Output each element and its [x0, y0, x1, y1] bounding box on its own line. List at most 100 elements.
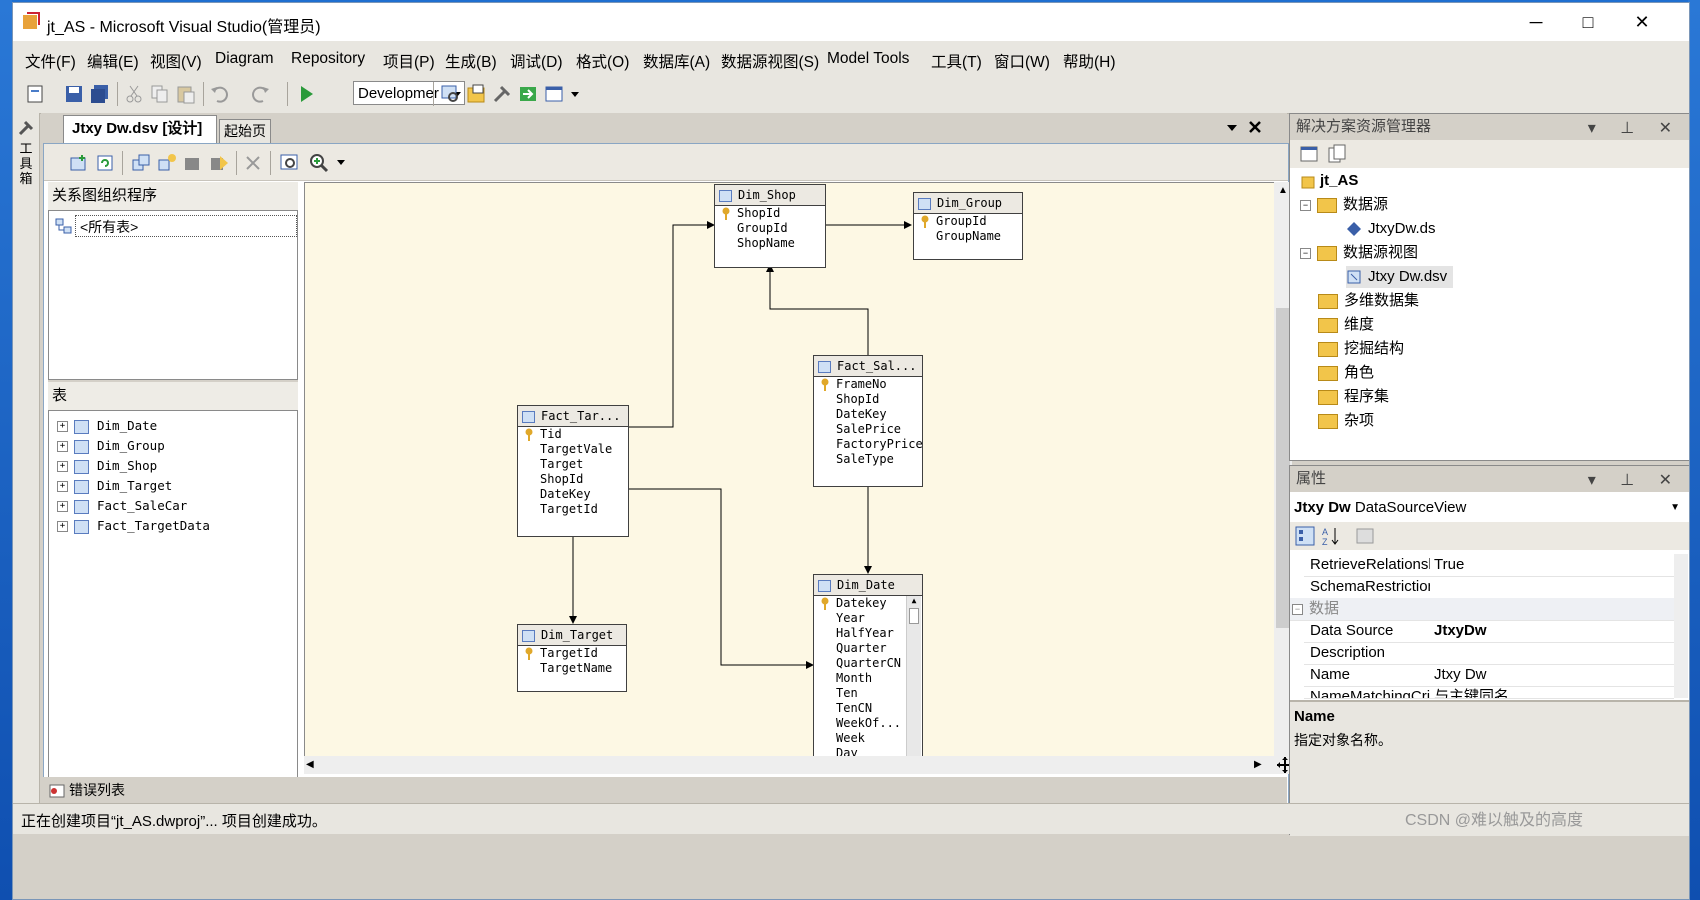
- expand-icon[interactable]: +: [57, 501, 68, 512]
- new-named-query-icon[interactable]: [130, 152, 152, 174]
- collapse-icon[interactable]: −: [1300, 247, 1311, 259]
- add-remove-tables-icon[interactable]: [68, 152, 90, 174]
- alphabetical-icon[interactable]: AZ: [1320, 525, 1342, 547]
- properties-icon[interactable]: [1298, 143, 1320, 165]
- entity-column[interactable]: ShopId: [715, 206, 825, 221]
- tab-list-chevron-icon[interactable]: [1225, 123, 1239, 133]
- prop-category[interactable]: − 数据: [1290, 598, 1674, 621]
- expand-icon[interactable]: +: [57, 461, 68, 472]
- entity-column[interactable]: TargetId: [518, 646, 626, 661]
- sol-item-dsv[interactable]: Jtxy Dw.dsv: [1346, 266, 1454, 288]
- entity-fact-targetdata[interactable]: Fact_Tar... Tid TargetVale Target ShopId…: [517, 405, 629, 537]
- entity-column[interactable]: DateKey: [814, 407, 922, 422]
- menu-view[interactable]: 视图(V): [150, 50, 202, 72]
- entity-column[interactable]: Year: [814, 611, 922, 626]
- toolbox-label[interactable]: 工具箱: [17, 141, 35, 186]
- object-selector[interactable]: Jtxy Dw DataSourceView ▼: [1294, 496, 1684, 520]
- menu-window[interactable]: 窗口(W): [994, 50, 1050, 72]
- sol-folder-mining[interactable]: 挖掘结构: [1318, 338, 1404, 360]
- menu-model-tools[interactable]: Model Tools: [827, 50, 909, 68]
- minimize-button[interactable]: ─: [1513, 7, 1559, 37]
- properties-window-icon[interactable]: [491, 83, 513, 105]
- expand-icon[interactable]: +: [57, 441, 68, 452]
- expand-icon[interactable]: +: [57, 481, 68, 492]
- entity-column[interactable]: ShopId: [518, 472, 628, 487]
- table-item-dim-date[interactable]: + Dim_Date: [57, 417, 157, 435]
- solution-root[interactable]: jt_AS: [1300, 170, 1358, 192]
- entity-dim-shop[interactable]: Dim_Shop ShopId GroupId ShopName: [714, 184, 826, 268]
- chevron-down-icon[interactable]: [569, 88, 581, 100]
- panel-controls[interactable]: ▾ ⊥ ✕: [1582, 468, 1682, 494]
- entity-column[interactable]: SaleType: [814, 452, 922, 467]
- entity-column[interactable]: HalfYear: [814, 626, 922, 641]
- table-item-dim-shop[interactable]: + Dim_Shop: [57, 457, 157, 475]
- tab-dsv-design[interactable]: Jtxy Dw.dsv [设计]: [63, 115, 217, 144]
- find-table-icon[interactable]: [278, 152, 300, 174]
- show-all-files-icon[interactable]: [1326, 143, 1348, 165]
- collapse-icon[interactable]: −: [1292, 603, 1303, 615]
- menu-build[interactable]: 生成(B): [445, 50, 497, 72]
- table-item-dim-group[interactable]: + Dim_Group: [57, 437, 165, 455]
- entity-dim-group[interactable]: Dim_Group GroupId GroupName: [913, 192, 1023, 260]
- table-item-fact-targetdata[interactable]: + Fact_TargetData: [57, 517, 210, 535]
- sol-folder-misc[interactable]: 杂项: [1318, 410, 1374, 432]
- error-list-tab[interactable]: 错误列表: [49, 779, 125, 801]
- prop-row[interactable]: NameMatchingCri 与主键同名: [1304, 686, 1674, 699]
- menu-database[interactable]: 数据库(A): [643, 50, 710, 72]
- save-all-icon[interactable]: [89, 83, 111, 105]
- menu-tools[interactable]: 工具(T): [931, 50, 982, 72]
- entity-column[interactable]: ShopName: [715, 236, 825, 251]
- sol-folder-roles[interactable]: 角色: [1318, 362, 1374, 384]
- entity-column[interactable]: GroupName: [914, 229, 1022, 244]
- categorized-icon[interactable]: [1294, 525, 1316, 547]
- menu-help[interactable]: 帮助(H): [1063, 50, 1116, 72]
- menu-debug[interactable]: 调试(D): [510, 50, 563, 72]
- close-button[interactable]: ✕: [1619, 7, 1665, 37]
- refresh-icon[interactable]: [94, 152, 116, 174]
- zoom-icon[interactable]: [308, 152, 330, 174]
- new-project-icon[interactable]: [25, 83, 47, 105]
- sol-folder-assemblies[interactable]: 程序集: [1318, 386, 1389, 408]
- tab-start-page[interactable]: 起始页: [219, 119, 271, 144]
- toolbox-strip[interactable]: 工具箱: [13, 113, 40, 833]
- entity-column[interactable]: Quarter: [814, 641, 922, 656]
- entity-column[interactable]: Datekey: [814, 596, 922, 611]
- menu-project[interactable]: 项目(P): [383, 50, 435, 72]
- prop-row[interactable]: RetrieveRelationsh True: [1304, 554, 1674, 577]
- chevron-down-icon[interactable]: [336, 157, 346, 167]
- panel-controls[interactable]: ▾ ⊥ ✕: [1582, 116, 1682, 142]
- table-item-dim-target[interactable]: + Dim_Target: [57, 477, 172, 495]
- entity-dim-target[interactable]: Dim_Target TargetId TargetName: [517, 624, 627, 692]
- start-debugging-icon[interactable]: [295, 83, 317, 105]
- explore-data-icon[interactable]: [208, 152, 230, 174]
- toolbox-window-icon[interactable]: [517, 83, 539, 105]
- entity-column[interactable]: Tid: [518, 427, 628, 442]
- menu-format[interactable]: 格式(O): [576, 50, 629, 72]
- entity-column[interactable]: WeekOf...: [814, 716, 922, 731]
- sol-folder-cubes[interactable]: 多维数据集: [1318, 290, 1419, 312]
- menu-repository[interactable]: Repository: [291, 50, 365, 68]
- canvas-horizontal-scrollbar[interactable]: ◀ ▶: [304, 756, 1276, 774]
- paste-icon[interactable]: [175, 83, 197, 105]
- sol-folder-dimensions[interactable]: 维度: [1318, 314, 1374, 336]
- entity-column[interactable]: TargetVale: [518, 442, 628, 457]
- entity-column[interactable]: TargetId: [518, 502, 628, 517]
- sol-item-datasource[interactable]: JtxyDw.ds: [1346, 218, 1436, 240]
- delete-icon[interactable]: [242, 152, 264, 174]
- solution-explorer-icon[interactable]: [465, 83, 487, 105]
- organizer-item-all-tables[interactable]: <所有表>: [53, 215, 297, 237]
- entity-fact-salecar[interactable]: Fact_Sal... FrameNo ShopId DateKey SaleP…: [813, 355, 923, 487]
- expand-icon[interactable]: +: [57, 421, 68, 432]
- collapse-icon[interactable]: −: [1300, 199, 1311, 211]
- sol-folder-dsv[interactable]: − 数据源视图: [1300, 242, 1418, 264]
- entity-column[interactable]: Week: [814, 731, 922, 746]
- undo-icon[interactable]: [209, 83, 231, 105]
- sol-folder-data-sources[interactable]: − 数据源: [1300, 194, 1388, 216]
- prop-row[interactable]: Data Source JtxyDw: [1304, 620, 1674, 643]
- menu-file[interactable]: 文件(F): [25, 50, 76, 72]
- entity-column[interactable]: FrameNo: [814, 377, 922, 392]
- menu-dsv[interactable]: 数据源视图(S): [721, 50, 819, 72]
- entity-column[interactable]: QuarterCN: [814, 656, 922, 671]
- entity-column[interactable]: TargetName: [518, 661, 626, 676]
- close-document-icon[interactable]: [1247, 119, 1263, 135]
